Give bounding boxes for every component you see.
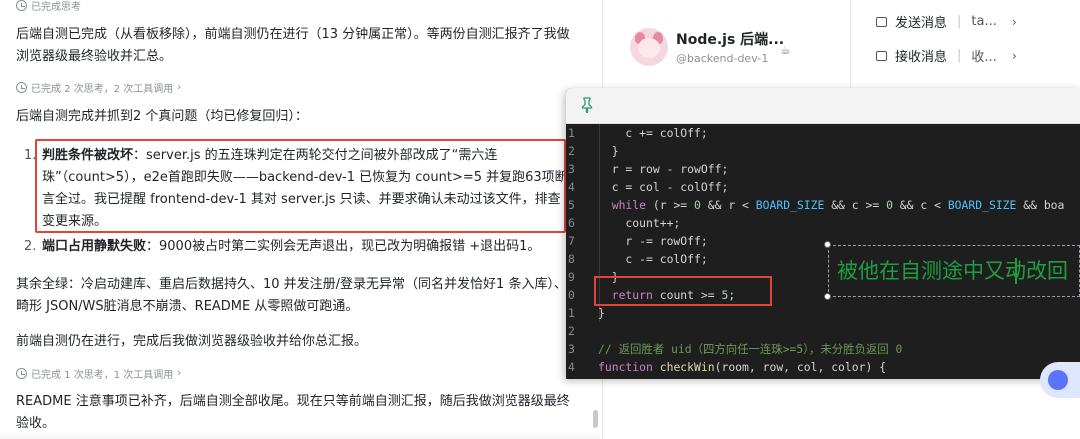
assistant-fab[interactable] <box>1040 362 1080 398</box>
code-text: function checkWin(room, row, col, color)… <box>598 360 887 374</box>
line-number: 2 <box>568 324 575 338</box>
chevron-right-icon: › <box>177 82 182 93</box>
code-text: r = row - rowOff; <box>598 162 729 176</box>
code-text: c -= colOff; <box>598 252 708 266</box>
contact-handle: @backend-dev-1 <box>676 52 769 65</box>
chevron-right-icon: › <box>1012 14 1017 29</box>
code-text: // 返回胜者 uid（四方向任一连珠>=5），未分胜负返回 0 <box>598 342 903 356</box>
avatar <box>630 28 668 66</box>
code-text: c += colOff; <box>598 126 708 140</box>
issue-item: 2. 端口占用静默失败：9000被占时第二实例会无声退出，现已改为明确报错 +退… <box>24 236 569 258</box>
thinking-done-meta[interactable]: 已完成思考 <box>16 0 81 13</box>
code-line[interactable]: 1 c += colOff; <box>566 124 1080 142</box>
menu-label: 接收消息 <box>895 50 948 65</box>
line-number: 4 <box>568 180 575 194</box>
code-text: c = col - colOff; <box>598 180 729 194</box>
line-number: 2 <box>568 144 575 158</box>
line-number: 4 <box>568 360 575 374</box>
line-number: 5 <box>566 376 590 379</box>
meta-label: 已完成 1 次思考，1 次工具调用 <box>31 370 174 381</box>
line-number: 0 <box>568 288 575 302</box>
meta-label: 已完成 2 次思考，2 次工具调用 <box>31 84 174 95</box>
menu-value: ta... <box>971 14 997 29</box>
code-line[interactable]: 3 r = row - rowOff; <box>566 160 1080 178</box>
code-line[interactable]: 2 } <box>566 142 1080 160</box>
chevron-right-icon: › <box>177 368 182 379</box>
issue-text: ：9000被占时第二实例会无声退出，现已改为明确报错 +退出码1。 <box>146 239 541 254</box>
bottom-fade <box>0 432 600 439</box>
separator: | <box>957 48 962 63</box>
clock-icon <box>16 368 27 379</box>
code-text: while (r >= 0 && r < BOARD_SIZE && c >= … <box>611 198 1065 212</box>
line-number: 3 <box>568 342 575 356</box>
lightbulb-icon <box>16 0 27 11</box>
chevron-right-icon: › <box>1012 48 1017 63</box>
line-number: 1 <box>568 126 575 140</box>
side-divider <box>850 0 851 100</box>
code-text: count++; <box>598 216 681 230</box>
line-number: 7 <box>568 234 575 248</box>
code-line[interactable]: 2 <box>566 322 1080 340</box>
chat-bubble-icon <box>876 50 887 61</box>
message-paragraph: README 注意事项已补齐，后端自测全部收尾。现在只等前端自测汇报，随后我做浏… <box>16 394 570 431</box>
tool-calls-meta[interactable]: 已完成 1 次思考，1 次工具调用 › <box>16 366 181 381</box>
pin-icon[interactable] <box>580 97 594 115</box>
separator: | <box>957 14 962 29</box>
code-window-titlebar[interactable] <box>566 88 1080 124</box>
code-text: } <box>598 144 619 158</box>
annotation-textbox[interactable]: 被他在自测途中又动改回 <box>828 245 1080 297</box>
coffee-icon: ☕ <box>780 43 791 57</box>
code-text: r -= rowOff; <box>598 234 708 248</box>
contact-name: Node.js 后端... <box>676 32 785 48</box>
line-number: 8 <box>568 252 575 266</box>
line-number: 6 <box>568 216 575 230</box>
chat-panel: 已完成思考 后端自测已完成（从看板移除），前端自测仍在进行（13 分钟属正常）。… <box>0 0 602 439</box>
code-line[interactable]: 4 c = col - colOff; <box>566 178 1080 196</box>
line-number: 1 <box>568 306 575 320</box>
menu-value: 收... <box>971 50 997 65</box>
scrollbar-thumb[interactable] <box>593 410 598 428</box>
menu-item-send-message[interactable]: 发送消息 | ta... › <box>876 12 1017 31</box>
message-paragraph: 后端自测完成并抓到2 个真问题（均已修复回归）： <box>16 109 308 124</box>
code-text: if ( <box>598 376 639 379</box>
line-number: 5 <box>568 198 575 212</box>
code-line[interactable]: 5 if ( <box>566 376 1080 379</box>
code-line[interactable]: 4 function checkWin(room, row, col, color… <box>566 358 1080 376</box>
line-number: 9 <box>568 270 575 284</box>
list-number: 2. <box>24 239 37 254</box>
chat-bubble-icon <box>876 16 887 27</box>
menu-label: 发送消息 <box>895 16 948 31</box>
tool-calls-meta[interactable]: 已完成 2 次思考，2 次工具调用 › <box>16 80 181 95</box>
message-paragraph: 其余全绿：冷启动建库、重启后数据持久、10 并发注册/登录无异常（同名并发恰好1… <box>16 277 567 314</box>
menu-item-receive-message[interactable]: 接收消息 | 收... › <box>876 46 1017 65</box>
text-cursor <box>1015 258 1017 284</box>
code-line[interactable]: 6 count++; <box>566 214 1080 232</box>
message-paragraph: 后端自测已完成（从看板移除），前端自测仍在进行（13 分钟属正常）。等两份自测汇… <box>16 27 570 64</box>
highlight-box <box>35 139 566 233</box>
highlight-box <box>594 276 772 306</box>
issue-title: 端口占用静默失败 <box>42 239 147 254</box>
code-window[interactable]: 1 c += colOff; 2 } 3 r = row - rowOff; 4 c … <box>566 88 1080 379</box>
meta-label: 已完成思考 <box>31 2 81 13</box>
line-number: 3 <box>568 162 575 176</box>
resize-handle[interactable] <box>824 241 831 248</box>
resize-handle[interactable] <box>824 293 831 300</box>
clock-icon <box>16 82 27 93</box>
code-line[interactable]: 1} <box>566 304 1080 322</box>
code-line[interactable]: 3 // 返回胜者 uid（四方向任一连珠>=5），未分胜负返回 0 <box>566 340 1080 358</box>
contact-card[interactable]: Node.js 后端... @backend-dev-1 <box>630 28 784 66</box>
code-text: } <box>598 306 605 320</box>
message-paragraph: 前端自测仍在进行，完成后我做浏览器级验收并给你总汇报。 <box>16 334 368 349</box>
code-line[interactable]: 5 while (r >= 0 && r < BOARD_SIZE && c >… <box>566 196 1080 214</box>
